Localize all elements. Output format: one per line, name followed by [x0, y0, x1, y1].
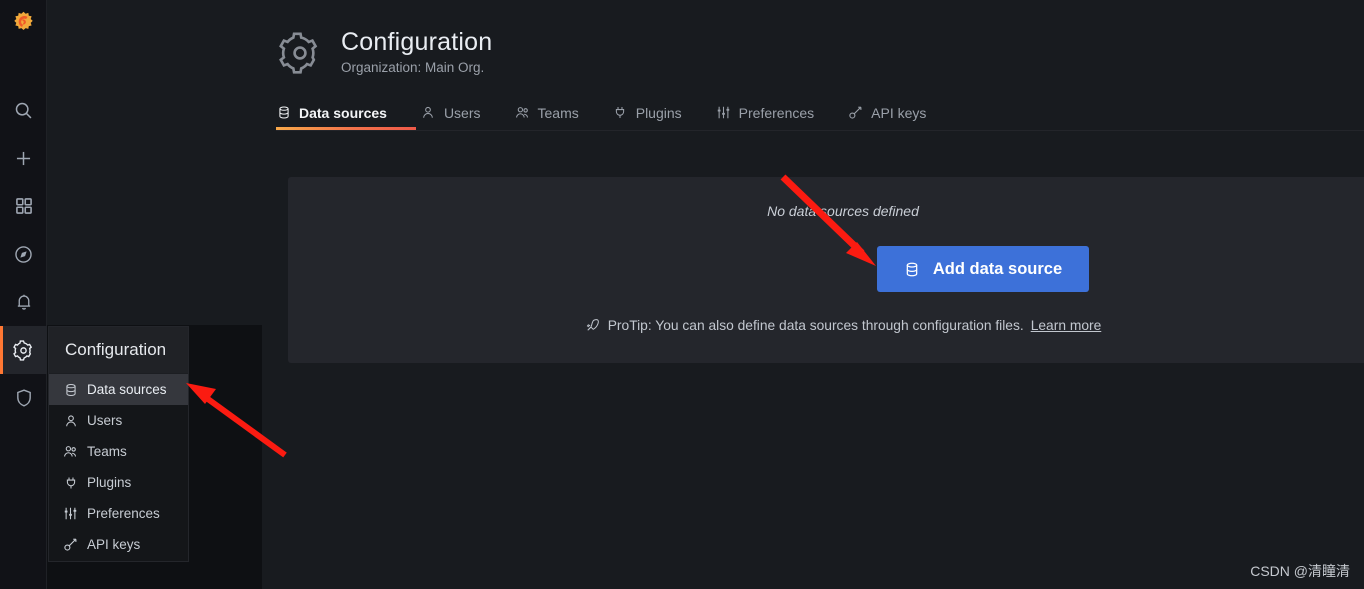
- sidebar-item-configuration[interactable]: [0, 326, 47, 374]
- database-icon: [904, 260, 921, 278]
- rail-spacer: [0, 44, 46, 86]
- add-data-source-label: Add data source: [932, 259, 1063, 278]
- tab-users[interactable]: Users: [421, 95, 499, 130]
- page-title: Configuration: [341, 28, 493, 56]
- search-icon[interactable]: [0, 86, 47, 134]
- sliders-icon: [63, 506, 78, 521]
- sliders-icon: [716, 105, 731, 121]
- tab-label: Plugins: [635, 104, 682, 121]
- menu-item-users[interactable]: Users: [49, 405, 188, 436]
- users-icon: [63, 444, 78, 459]
- tab-label: Preferences: [738, 104, 815, 121]
- tab-preferences[interactable]: Preferences: [716, 95, 832, 130]
- csdn-watermark: CSDN @清瞳清: [1250, 563, 1350, 579]
- menu-item-plugins[interactable]: Plugins: [49, 467, 188, 498]
- menu-item-label: Plugins: [87, 475, 132, 490]
- plug-icon: [63, 475, 78, 490]
- tab-data-sources[interactable]: Data sources: [276, 95, 416, 130]
- users-icon: [515, 105, 530, 121]
- configuration-dropdown-menu: Configuration Data sources Users Teams P…: [48, 326, 189, 562]
- empty-state-message: No data sources defined: [767, 203, 919, 219]
- menu-item-preferences[interactable]: Preferences: [49, 498, 188, 529]
- menu-item-label: Users: [87, 413, 123, 428]
- grafana-app-window: Configuration Data sources Users Teams P…: [0, 0, 1364, 589]
- menu-item-data-sources[interactable]: Data sources: [49, 374, 188, 405]
- menu-item-label: Teams: [87, 444, 127, 459]
- tab-label: API keys: [871, 104, 927, 121]
- server-admin-shield-icon[interactable]: [0, 374, 47, 422]
- menu-item-label: Preferences: [87, 506, 160, 521]
- tab-teams[interactable]: Teams: [515, 95, 597, 130]
- grafana-logo[interactable]: [0, 2, 47, 44]
- add-data-source-button[interactable]: Add data source: [877, 246, 1089, 292]
- protip-text: ProTip: You can also define data sources…: [607, 317, 1024, 333]
- menu-item-label: Data sources: [87, 382, 167, 397]
- tab-plugins[interactable]: Plugins: [613, 95, 700, 130]
- tab-api-keys[interactable]: API keys: [848, 95, 944, 130]
- user-icon: [63, 413, 78, 428]
- page-content: Configuration Organization: Main Org. Da…: [262, 0, 1364, 589]
- alerting-bell-icon[interactable]: [0, 278, 47, 326]
- tab-label: Data sources: [299, 104, 387, 121]
- page-header-text: Configuration Organization: Main Org.: [341, 27, 492, 75]
- protip-row: ProTip: You can also define data sources…: [288, 317, 1364, 333]
- create-icon[interactable]: [0, 134, 47, 182]
- user-icon: [421, 105, 436, 121]
- page-header: Configuration Organization: Main Org.: [262, 0, 1364, 77]
- explore-icon[interactable]: [0, 230, 47, 278]
- key-icon: [63, 537, 78, 552]
- key-icon: [848, 105, 863, 121]
- rocket-icon: [585, 317, 601, 333]
- database-icon: [276, 105, 291, 121]
- protip-learn-more-link[interactable]: Learn more: [1031, 318, 1102, 333]
- data-sources-empty-panel: No data sources defined Add data source: [288, 177, 1364, 363]
- tab-label: Users: [443, 104, 481, 121]
- menu-item-teams[interactable]: Teams: [49, 436, 188, 467]
- tab-bar: Data sources Users Teams Plugins Prefere…: [276, 95, 1364, 131]
- database-icon: [63, 382, 78, 397]
- dashboards-icon[interactable]: [0, 182, 47, 230]
- page-subtitle: Organization: Main Org.: [341, 60, 485, 75]
- gear-icon: [276, 29, 324, 77]
- tab-label: Teams: [537, 104, 579, 121]
- primary-nav-rail: [0, 0, 47, 589]
- plug-icon: [613, 105, 628, 121]
- menu-item-label: API keys: [87, 537, 141, 552]
- dropdown-header-label: Configuration: [49, 327, 188, 374]
- menu-item-api-keys[interactable]: API keys: [49, 529, 188, 560]
